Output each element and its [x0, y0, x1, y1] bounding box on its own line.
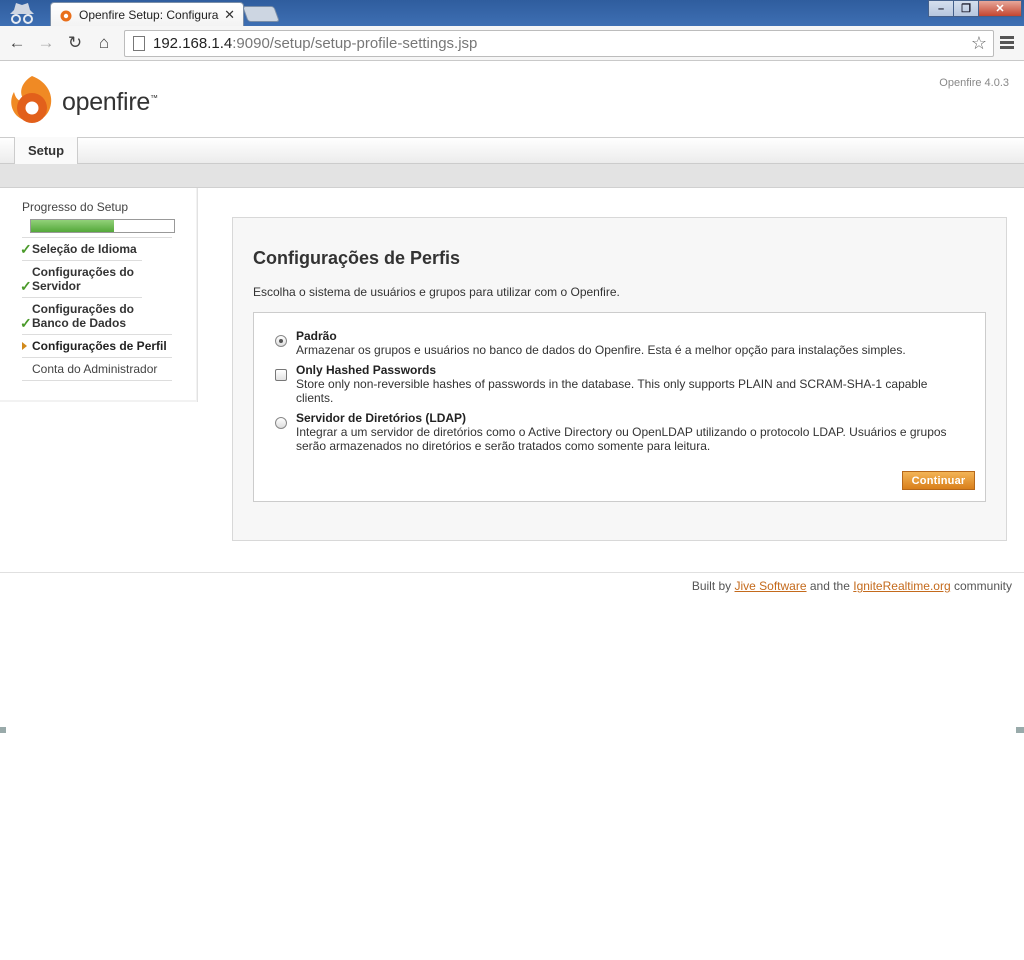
profile-settings-panel: Configurações de Perfis Escolha o sistem…	[232, 217, 1007, 541]
page-title: Configurações de Perfis	[253, 248, 461, 268]
current-step-arrow-icon	[22, 342, 27, 350]
openfire-favicon-icon	[60, 10, 72, 21]
step-server[interactable]: ✓ Configurações do Servidor	[20, 260, 142, 297]
incognito-icon	[10, 3, 34, 24]
logo-text: openfire	[62, 87, 150, 116]
right-edge-marker	[1016, 727, 1024, 733]
sub-nav-bar	[0, 164, 1024, 188]
browser-toolbar: ← → ↻ ⌂ 192.168.1.4:9090/setup/setup-pro…	[0, 26, 1024, 61]
home-icon[interactable]: ⌂	[93, 32, 115, 54]
option-label[interactable]: Servidor de Diretórios (LDAP)	[296, 411, 966, 425]
browser-tab[interactable]: Openfire Setup: Configura ✕	[50, 2, 244, 26]
option-label[interactable]: Padrão	[296, 329, 966, 343]
step-admin: Conta do Administrador	[22, 357, 172, 381]
option-label[interactable]: Only Hashed Passwords	[296, 363, 966, 377]
url-host: 192.168.1.4	[153, 35, 233, 52]
option-description: Integrar a um servidor de diretórios com…	[296, 425, 947, 453]
browser-menu-icon[interactable]	[1000, 36, 1014, 51]
page: openfire™ Openfire 4.0.3 Setup Progresso…	[0, 61, 1024, 960]
step-profile: Configurações de Perfil	[22, 334, 172, 357]
window-titlebar: Openfire Setup: Configura ✕ – ❐ ✕	[0, 0, 1024, 26]
jive-software-link[interactable]: Jive Software	[735, 579, 807, 593]
main-nav: Setup	[0, 137, 1024, 164]
new-tab-button[interactable]	[242, 6, 280, 22]
openfire-logo: openfire™	[8, 69, 158, 129]
page-icon	[133, 36, 145, 51]
close-icon[interactable]: ✕	[978, 0, 1022, 17]
igniterealtime-link[interactable]: IgniteRealtime.org	[853, 579, 950, 593]
step-database[interactable]: ✓ Configurações do Banco de Dados	[20, 297, 142, 334]
minimize-icon[interactable]: –	[928, 0, 954, 17]
tab-setup[interactable]: Setup	[14, 137, 78, 164]
address-bar[interactable]: 192.168.1.4:9090/setup/setup-profile-set…	[124, 30, 994, 57]
bookmark-star-icon[interactable]: ☆	[971, 33, 987, 54]
options-box: Padrão Armazenar os grupos e usuários no…	[253, 312, 986, 502]
url-path: :9090/setup/setup-profile-settings.jsp	[232, 35, 478, 52]
logo-trademark: ™	[149, 93, 158, 103]
footer: Built by Jive Software and the IgniteRea…	[691, 579, 1012, 593]
option-default: Padrão Armazenar os grupos e usuários no…	[270, 329, 966, 357]
step-language[interactable]: ✓ Seleção de Idioma	[20, 237, 172, 260]
progress-fill	[31, 220, 114, 232]
progress-title: Progresso do Setup	[22, 200, 129, 214]
option-hashed-passwords: Only Hashed Passwords Store only non-rev…	[270, 363, 966, 405]
version-label: Openfire 4.0.3	[939, 77, 1009, 89]
setup-progress-bar	[30, 219, 175, 233]
checkmark-icon: ✓	[20, 278, 32, 294]
radio-default[interactable]	[275, 335, 287, 347]
checkbox-hashed-passwords[interactable]	[275, 369, 287, 381]
back-icon[interactable]: ←	[6, 32, 28, 54]
openfire-flame-icon	[11, 76, 52, 123]
footer-divider	[0, 572, 1024, 573]
left-edge-marker	[0, 727, 6, 733]
setup-steps: ✓ Seleção de Idioma ✓ Configurações do Ser…	[20, 237, 172, 381]
option-description: Store only non-reversible hashes of pass…	[296, 377, 928, 405]
tab-close-icon[interactable]: ✕	[224, 7, 235, 23]
option-ldap: Servidor de Diretórios (LDAP) Integrar a…	[270, 411, 966, 453]
radio-ldap[interactable]	[275, 417, 287, 429]
option-description: Armazenar os grupos e usuários no banco …	[296, 343, 906, 357]
checkmark-icon: ✓	[20, 241, 32, 257]
reload-icon[interactable]: ↻	[64, 32, 86, 54]
intro-text: Escolha o sistema de usuários e grupos p…	[253, 285, 620, 299]
tab-title: Openfire Setup: Configura	[79, 7, 219, 22]
forward-icon[interactable]: →	[35, 32, 57, 54]
continue-button[interactable]: Continuar	[902, 471, 975, 490]
checkmark-icon: ✓	[20, 315, 32, 331]
setup-sidebar: Progresso do Setup ✓ Seleção de Idioma ✓ C…	[0, 188, 198, 402]
restore-icon[interactable]: ❐	[953, 0, 979, 17]
